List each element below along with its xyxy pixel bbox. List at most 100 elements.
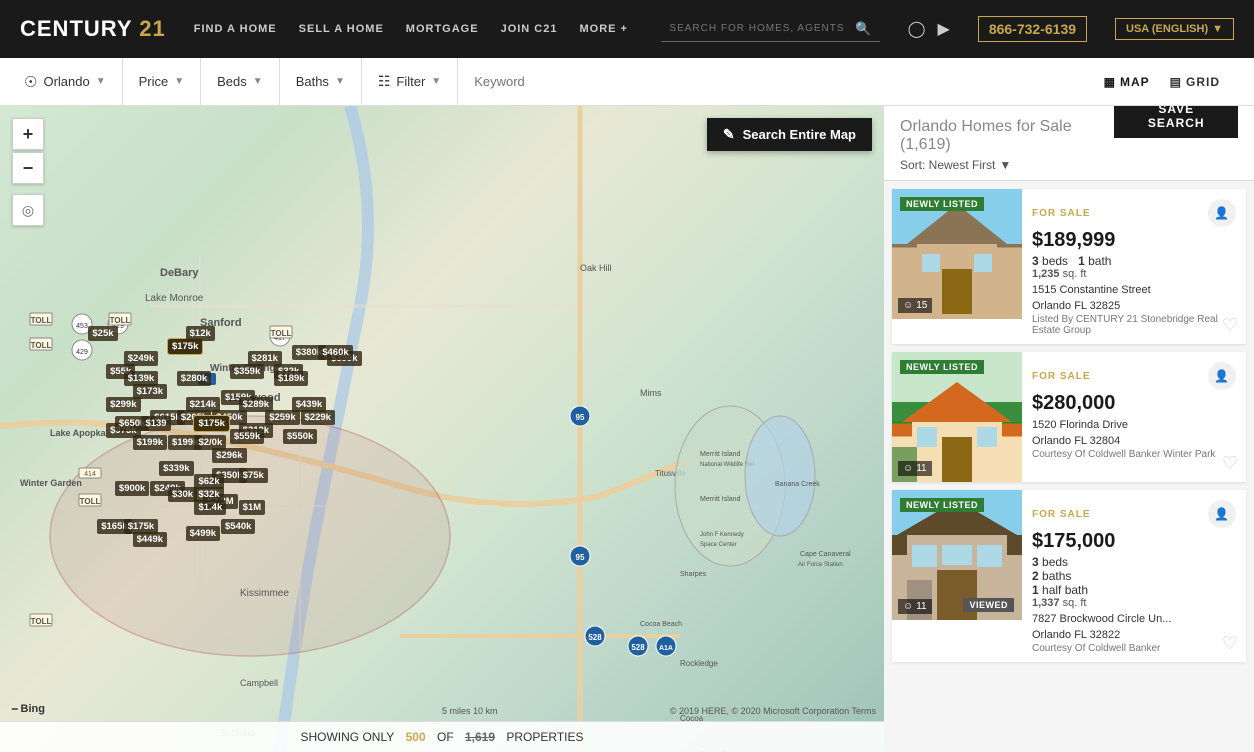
nav-mortgage[interactable]: MORTGAGE xyxy=(406,23,479,35)
main-content: 453 429 429 417 DeBary Lake Monroe Sanfo… xyxy=(0,106,1254,752)
svg-text:528: 528 xyxy=(588,633,602,642)
chevron-down-icon: ▼ xyxy=(431,76,441,87)
map-area[interactable]: 453 429 429 417 DeBary Lake Monroe Sanfo… xyxy=(0,106,884,752)
listing-card[interactable]: NEWLY LISTED ☺ 15 FOR SALE 👤 $189,999 3 … xyxy=(892,189,1246,344)
favorite-button[interactable]: ♡ xyxy=(1222,633,1238,654)
contact-button[interactable]: 👤 xyxy=(1208,199,1236,227)
save-search-button[interactable]: SAVE SEARCH xyxy=(1114,106,1238,138)
price-marker[interactable]: $175k xyxy=(194,416,228,431)
language-selector[interactable]: USA (ENGLISH) ▼ xyxy=(1115,18,1234,40)
filter-label: Filter xyxy=(396,74,425,89)
location-button[interactable]: ◎ xyxy=(12,194,44,226)
listing-agent: Listed By CENTURY 21 Stonebridge Real Es… xyxy=(1032,314,1236,336)
price-marker[interactable]: $540k xyxy=(221,519,255,534)
svg-text:453: 453 xyxy=(76,323,88,330)
price-marker[interactable]: $139 xyxy=(141,416,170,431)
location-filter[interactable]: ☉ Orlando ▼ xyxy=(16,58,123,105)
price-marker[interactable]: $559k xyxy=(230,429,264,444)
nav-more[interactable]: MORE + xyxy=(580,23,628,35)
listing-info: FOR SALE 👤 $175,000 3 beds 2 baths 1 hal… xyxy=(1022,490,1246,662)
listing-price: $280,000 xyxy=(1032,392,1236,415)
search-icon[interactable]: 🔍 xyxy=(855,21,871,37)
zoom-in-button[interactable]: + xyxy=(12,118,44,150)
chevron-down-icon: ▼ xyxy=(1212,23,1223,35)
keyword-input[interactable] xyxy=(458,58,1085,105)
listing-city-state: Orlando FL 32804 xyxy=(1032,435,1236,447)
contact-button[interactable]: 👤 xyxy=(1208,500,1236,528)
svg-text:Sharpes: Sharpes xyxy=(680,571,707,578)
favorite-button[interactable]: ♡ xyxy=(1222,453,1238,474)
listing-address: 1515 Constantine Street xyxy=(1032,284,1236,296)
baths-label: Baths xyxy=(296,74,329,89)
svg-text:TOLL: TOLL xyxy=(31,617,52,626)
chat-icon[interactable]: ▶ xyxy=(938,19,950,39)
price-marker[interactable]: $499k xyxy=(186,526,220,541)
price-marker[interactable]: $339k xyxy=(159,461,193,476)
logo-21: 21 xyxy=(139,16,165,41)
for-sale-badge: FOR SALE 👤 xyxy=(1032,500,1236,528)
price-marker[interactable]: $359k xyxy=(230,364,264,379)
grid-view-btn[interactable]: ▤ GRID xyxy=(1164,71,1226,93)
price-marker[interactable]: $189k xyxy=(274,371,308,386)
beds-label: Beds xyxy=(217,74,247,89)
price-marker[interactable]: $12k xyxy=(186,326,215,341)
chevron-down-icon: ▼ xyxy=(174,76,184,87)
price-marker[interactable]: $550k xyxy=(283,429,317,444)
photo-count: ☺ 11 xyxy=(898,599,932,614)
svg-text:Air Force Station: Air Force Station xyxy=(798,562,843,568)
listing-agent: Courtesy Of Coldwell Banker Winter Park xyxy=(1032,449,1236,460)
price-marker[interactable]: $460k xyxy=(318,345,352,360)
price-marker[interactable]: $1M xyxy=(239,500,265,515)
listing-info: FOR SALE 👤 $189,999 3 beds 1 bath 1,235 … xyxy=(1022,189,1246,344)
new-listing-badge: NEWLY LISTED xyxy=(900,498,984,512)
svg-text:DeBary: DeBary xyxy=(160,267,199,279)
listing-address: 1520 Florinda Drive xyxy=(1032,419,1236,431)
nav-search-input[interactable] xyxy=(669,23,849,34)
svg-text:414: 414 xyxy=(84,471,96,478)
price-marker[interactable]: $199k xyxy=(133,435,167,450)
listing-half-bath: 1 half bath xyxy=(1032,583,1236,597)
baths-filter[interactable]: Baths ▼ xyxy=(280,58,362,105)
price-marker[interactable]: $280k xyxy=(177,371,211,386)
contact-button[interactable]: 👤 xyxy=(1208,362,1236,390)
favorite-button[interactable]: ♡ xyxy=(1222,315,1238,336)
listing-card[interactable]: NEWLY LISTED ☺ 11 VIEWED FOR SALE 👤 $175… xyxy=(892,490,1246,662)
filter-settings[interactable]: ☷ Filter ▼ xyxy=(362,58,458,105)
user-icon[interactable]: ◯ xyxy=(908,19,926,39)
listing-image: NEWLY LISTED ☺ 15 xyxy=(892,189,1022,319)
brand-logo[interactable]: CENTURY 21 xyxy=(20,16,166,42)
price-marker[interactable]: $296k xyxy=(212,448,246,463)
price-marker[interactable]: $900k xyxy=(115,481,149,496)
beds-filter[interactable]: Beds ▼ xyxy=(201,58,280,105)
svg-text:TOLL: TOLL xyxy=(31,341,52,350)
price-marker[interactable]: $299k xyxy=(106,397,140,412)
price-marker[interactable]: $30k xyxy=(168,487,197,502)
price-marker[interactable]: $25k xyxy=(88,326,117,341)
price-marker[interactable]: $1.4k xyxy=(194,500,226,515)
map-view-btn[interactable]: ▦ MAP xyxy=(1098,71,1156,93)
chevron-down-icon: ▼ xyxy=(335,76,345,87)
nav-sell-home[interactable]: SELL A HOME xyxy=(299,23,384,35)
price-marker[interactable]: $175k xyxy=(168,339,202,354)
sort-dropdown[interactable]: Sort: Newest First ▼ xyxy=(900,158,1114,172)
search-entire-map-button[interactable]: ✎ Search Entire Map xyxy=(707,118,872,151)
listing-info: FOR SALE 👤 $280,000 1520 Florinda Drive … xyxy=(1022,352,1246,482)
price-marker[interactable]: $449k xyxy=(133,532,167,547)
svg-text:Lake Apopka: Lake Apopka xyxy=(50,428,107,438)
price-filter[interactable]: Price ▼ xyxy=(123,58,202,105)
nav-join-c21[interactable]: JOIN C21 xyxy=(501,23,558,35)
price-marker[interactable]: $229k xyxy=(301,410,335,425)
nav-icon-group: ◯ ▶ xyxy=(908,19,950,39)
listing-city-state: Orlando FL 32822 xyxy=(1032,629,1236,641)
svg-text:95: 95 xyxy=(576,413,585,422)
listing-image: NEWLY LISTED ☺ 11 VIEWED xyxy=(892,490,1022,620)
nav-find-home[interactable]: FIND A HOME xyxy=(194,23,277,35)
price-marker[interactable]: $75k xyxy=(239,468,268,483)
chevron-down-icon: ▼ xyxy=(253,76,263,87)
svg-text:Space Center: Space Center xyxy=(700,542,737,548)
zoom-out-button[interactable]: − xyxy=(12,152,44,184)
listing-city-state: Orlando FL 32825 xyxy=(1032,300,1236,312)
listing-card[interactable]: NEWLY LISTED ☺ 11 FOR SALE 👤 $280,000 15… xyxy=(892,352,1246,482)
nav-search-bar[interactable]: 🔍 xyxy=(661,17,879,42)
svg-text:Oak Hill: Oak Hill xyxy=(580,263,612,273)
